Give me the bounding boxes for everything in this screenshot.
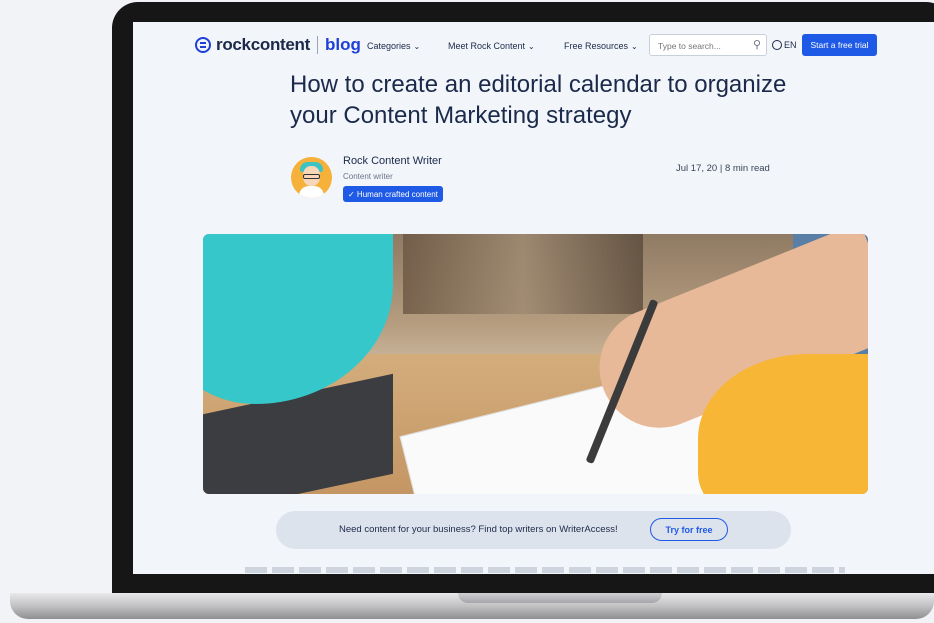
top-nav: rockcontent blog Categories ⌄ Meet Rock …	[133, 22, 934, 68]
nav-categories[interactable]: Categories ⌄	[367, 41, 420, 51]
nav-label: Free Resources	[564, 41, 629, 51]
language-label: EN	[784, 40, 797, 50]
chevron-down-icon: ⌄	[631, 41, 638, 51]
author-name[interactable]: Rock Content Writer	[343, 155, 442, 167]
nav-meet-rock-content[interactable]: Meet Rock Content ⌄	[448, 41, 535, 51]
nav-label: Meet Rock Content	[448, 41, 526, 51]
start-free-trial-button[interactable]: Start a free trial	[802, 34, 877, 56]
browser-viewport: rockcontent blog Categories ⌄ Meet Rock …	[133, 22, 934, 574]
author-avatar[interactable]	[291, 157, 332, 198]
chevron-down-icon: ⌄	[528, 41, 535, 51]
nav-label: Categories	[367, 41, 411, 51]
author-role: Content writer	[343, 172, 393, 181]
laptop-notch	[458, 593, 662, 603]
search-box: ⚲	[649, 34, 767, 56]
article-meta: Jul 17, 20 | 8 min read	[676, 163, 770, 174]
search-icon[interactable]: ⚲	[753, 38, 761, 51]
article-body-cutoff	[245, 567, 845, 573]
logo-blog: blog	[325, 35, 361, 54]
logo-icon	[195, 37, 211, 53]
human-crafted-badge: ✓ Human crafted content	[343, 186, 443, 202]
logo-divider	[317, 36, 318, 54]
writeraccess-banner: Need content for your business? Find top…	[276, 511, 791, 549]
banner-text: Need content for your business? Find top…	[339, 524, 618, 535]
chevron-down-icon: ⌄	[413, 41, 421, 51]
logo-text: rockcontent	[216, 35, 310, 54]
hero-image	[203, 234, 868, 494]
nav-free-resources[interactable]: Free Resources ⌄	[564, 41, 638, 51]
search-input[interactable]	[656, 36, 750, 56]
site-logo[interactable]: rockcontent blog	[195, 35, 361, 55]
article-title: How to create an editorial calendar to o…	[290, 71, 787, 129]
language-switcher[interactable]: EN	[772, 40, 797, 50]
globe-icon	[772, 40, 782, 50]
try-for-free-button[interactable]: Try for free	[650, 518, 728, 541]
